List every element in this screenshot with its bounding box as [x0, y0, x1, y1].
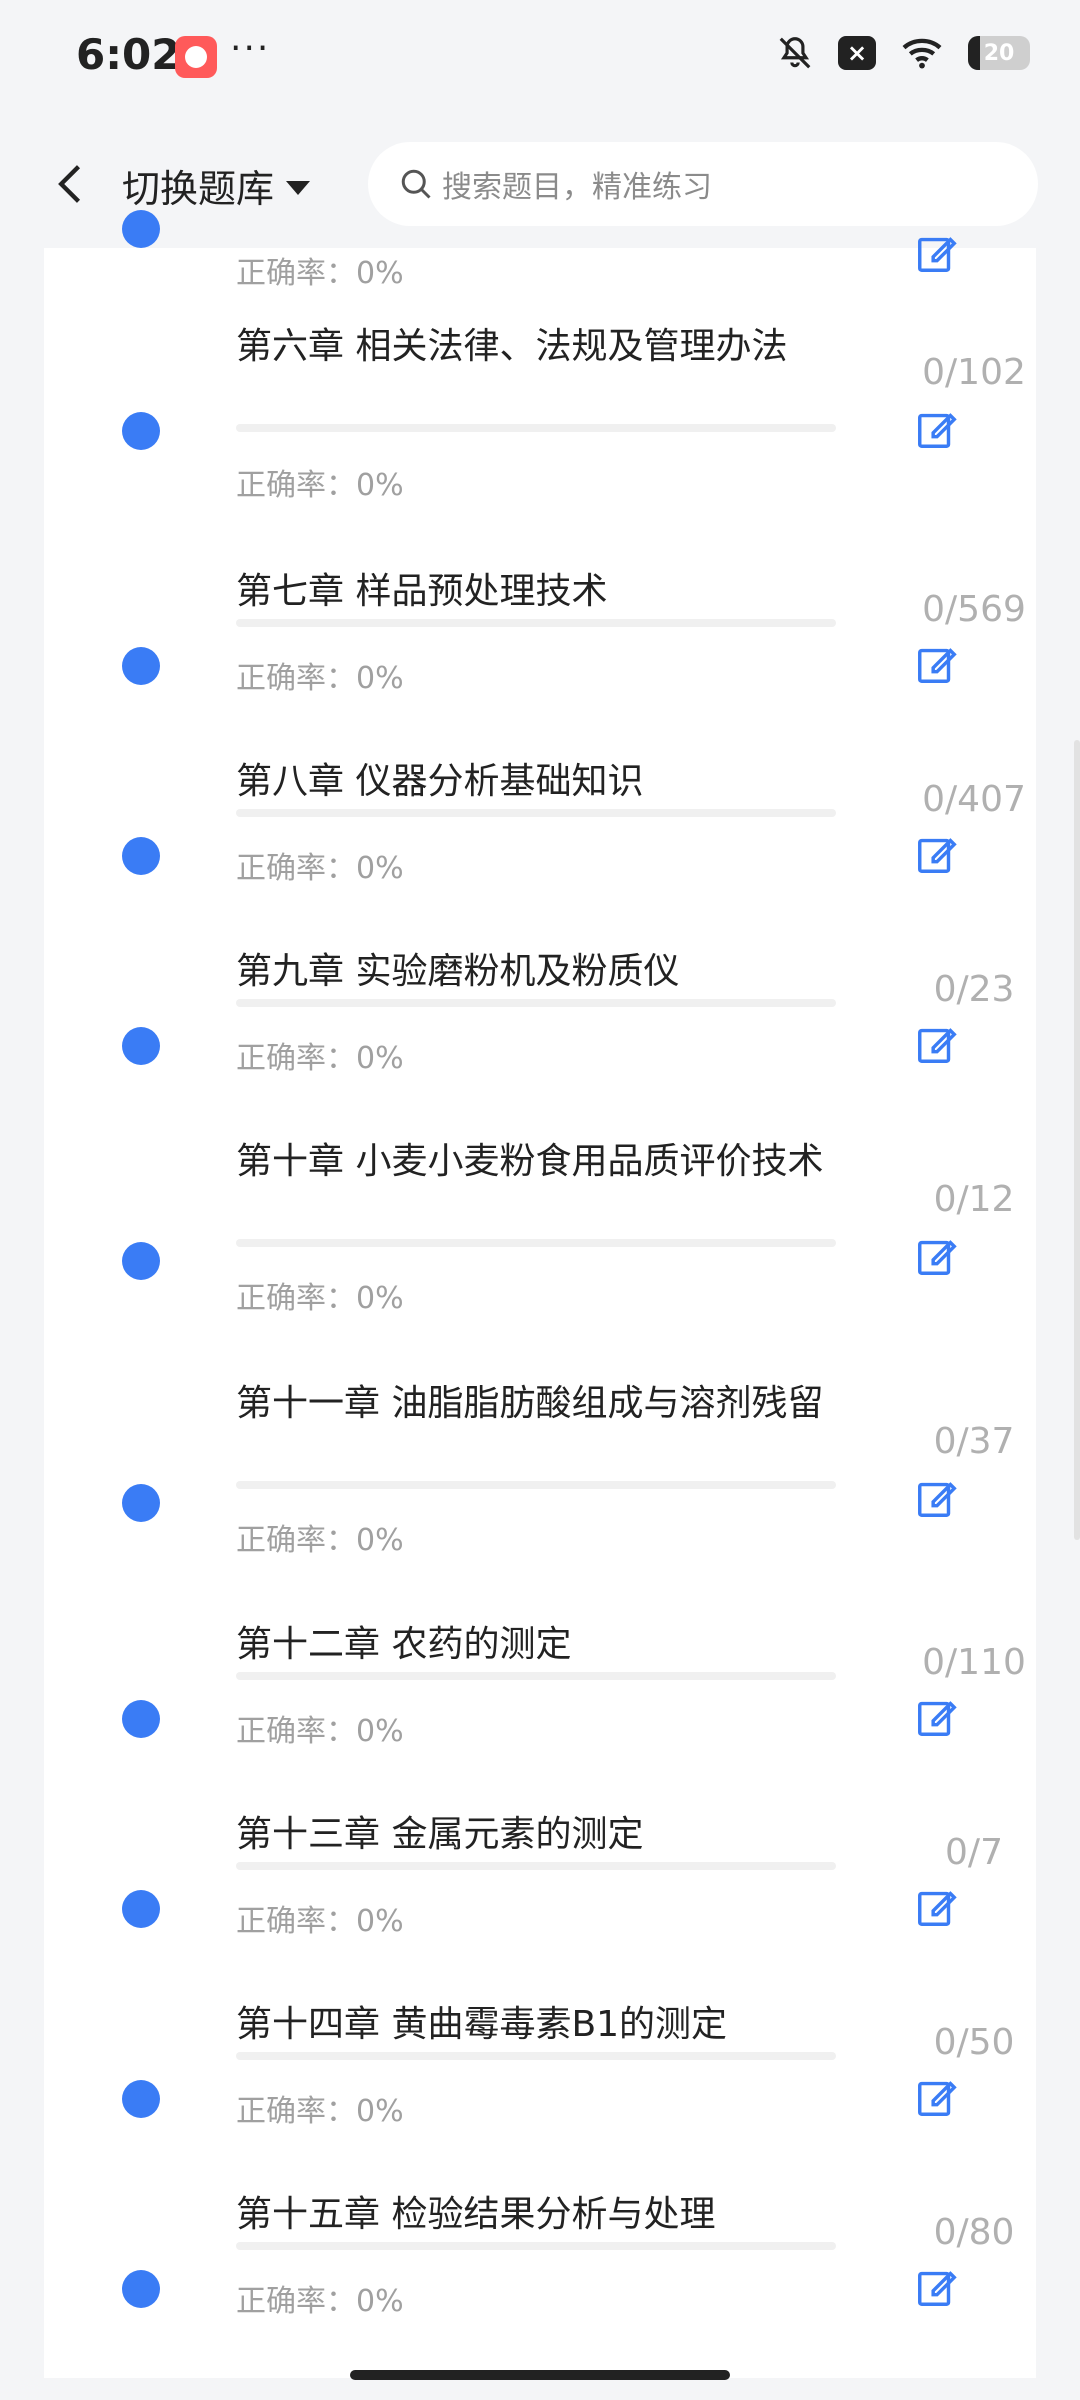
chapter-title: 第十一章 油脂脂肪酸组成与溶剂残留	[236, 1383, 824, 1424]
list-item[interactable]: 第十四章 黄曲霉毒素B1的测定 正确率：0% 0/50	[44, 2004, 1036, 2186]
edit-icon[interactable]	[914, 831, 960, 877]
list-item[interactable]: 第十三章 金属元素的测定 正确率：0% 0/7	[44, 1814, 1036, 1996]
list-item[interactable]: 第九章 实验磨粉机及粉质仪 正确率：0% 0/23	[44, 951, 1036, 1133]
chapter-dot	[122, 1242, 160, 1280]
list-item[interactable]: 第八章 仪器分析基础知识 正确率：0% 0/407	[44, 761, 1036, 943]
list-item[interactable]: 第十章 小麦小麦粉食用品质评价技术 正确率：0% 0/12	[44, 1141, 1036, 1373]
list-item[interactable]: 正确率：0%	[44, 118, 1036, 298]
accuracy-text: 正确率：0%	[236, 2094, 404, 2129]
progress-bar	[236, 999, 836, 1007]
progress-count: 0/12	[933, 1179, 1015, 1220]
chapter-dot	[122, 1700, 160, 1738]
chapter-title: 第九章 实验磨粉机及粉质仪	[236, 951, 680, 992]
progress-count: 0/50	[933, 2022, 1015, 2063]
progress-bar	[236, 1862, 836, 1870]
progress-count: 0/407	[922, 779, 1026, 820]
progress-bar	[236, 1672, 836, 1680]
accuracy-text: 正确率：0%	[236, 468, 404, 503]
status-bar: 6:02 ··· × 20	[0, 0, 1080, 120]
edit-icon[interactable]	[914, 641, 960, 687]
chapter-dot	[122, 2270, 160, 2308]
progress-count: 0/80	[933, 2212, 1015, 2253]
accuracy-text: 正确率：0%	[236, 1523, 404, 1558]
battery-icon: 20	[968, 36, 1030, 70]
chapter-title: 第七章 样品预处理技术	[236, 571, 608, 612]
accuracy-text: 正确率：0%	[236, 256, 404, 291]
edit-icon[interactable]	[914, 1694, 960, 1740]
chapter-title: 第十四章 黄曲霉毒素B1的测定	[236, 2004, 728, 2045]
chapter-dot	[122, 837, 160, 875]
bell-muted-icon	[779, 37, 811, 69]
chapter-dot	[122, 210, 160, 248]
accuracy-text: 正确率：0%	[236, 1041, 404, 1076]
chapter-title: 第八章 仪器分析基础知识	[236, 761, 644, 802]
progress-bar	[236, 1239, 836, 1247]
progress-count: 0/7	[945, 1832, 1003, 1873]
progress-bar	[236, 2242, 836, 2250]
chapter-title: 第十五章 检验结果分析与处理	[236, 2194, 716, 2235]
list-item[interactable]: 第十二章 农药的测定 正确率：0% 0/110	[44, 1624, 1036, 1806]
list-item[interactable]: 第十五章 检验结果分析与处理 正确率：0% 0/80	[44, 2194, 1036, 2376]
chapter-dot	[122, 1890, 160, 1928]
scrollbar[interactable]	[1074, 740, 1080, 1540]
progress-count: 0/102	[922, 352, 1026, 393]
edit-icon[interactable]	[914, 2074, 960, 2120]
accuracy-text: 正确率：0%	[236, 851, 404, 886]
edit-icon[interactable]	[914, 406, 960, 452]
edit-icon[interactable]	[914, 230, 960, 276]
accuracy-text: 正确率：0%	[236, 1904, 404, 1939]
chapter-dot	[122, 1484, 160, 1522]
progress-count: 0/37	[933, 1421, 1015, 1462]
app-notification-icon	[175, 36, 217, 78]
chapter-title: 第六章 相关法律、法规及管理办法	[236, 326, 788, 367]
accuracy-text: 正确率：0%	[236, 1714, 404, 1749]
close-notification-icon: ×	[838, 36, 876, 70]
chapter-dot	[122, 412, 160, 450]
edit-icon[interactable]	[914, 2264, 960, 2310]
edit-icon[interactable]	[914, 1021, 960, 1067]
progress-count: 0/569	[922, 589, 1026, 630]
accuracy-text: 正确率：0%	[236, 661, 404, 696]
chapter-title: 第十三章 金属元素的测定	[236, 1814, 644, 1855]
progress-count: 0/110	[922, 1642, 1026, 1683]
edit-icon[interactable]	[914, 1884, 960, 1930]
chapter-dot	[122, 1027, 160, 1065]
status-time: 6:02	[76, 30, 181, 79]
edit-icon[interactable]	[914, 1475, 960, 1521]
chapter-list: 正确率：0% 第六章 相关法律、法规及管理办法 正确率：0% 0/102 第七章…	[44, 210, 1036, 2378]
more-notifications-icon: ···	[230, 28, 271, 69]
progress-bar	[236, 619, 836, 627]
progress-bar	[236, 424, 836, 432]
chapter-dot	[122, 647, 160, 685]
edit-icon[interactable]	[914, 1233, 960, 1279]
list-item[interactable]: 第七章 样品预处理技术 正确率：0% 0/569	[44, 571, 1036, 753]
list-item[interactable]: 第十一章 油脂脂肪酸组成与溶剂残留 正确率：0% 0/37	[44, 1383, 1036, 1615]
progress-bar	[236, 809, 836, 817]
accuracy-text: 正确率：0%	[236, 1281, 404, 1316]
wifi-icon	[902, 38, 942, 69]
chapter-title: 第十二章 农药的测定	[236, 1624, 572, 1665]
progress-count: 0/23	[933, 969, 1015, 1010]
chapter-title: 第十章 小麦小麦粉食用品质评价技术	[236, 1141, 824, 1182]
list-item[interactable]: 第六章 相关法律、法规及管理办法 正确率：0% 0/102	[44, 326, 1036, 520]
home-indicator[interactable]	[350, 2370, 730, 2380]
accuracy-text: 正确率：0%	[236, 2284, 404, 2319]
status-icons: × 20	[776, 34, 1030, 72]
chapter-dot	[122, 2080, 160, 2118]
progress-bar	[236, 1481, 836, 1489]
progress-bar	[236, 2052, 836, 2060]
